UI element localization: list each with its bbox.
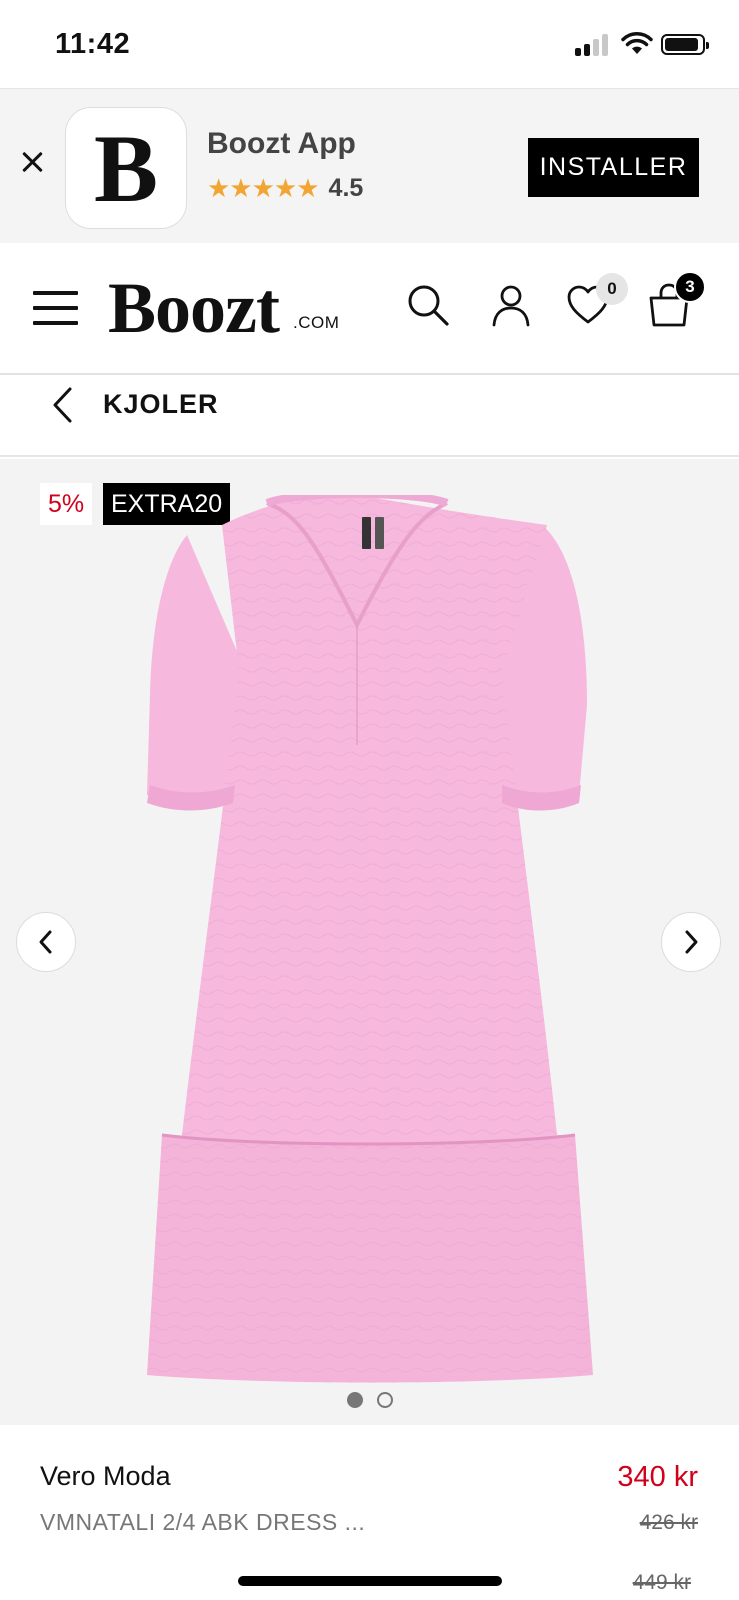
app-name: Boozt App: [207, 127, 356, 160]
status-icons: [575, 32, 711, 58]
status-time: 11:42: [55, 28, 131, 60]
wifi-icon: [621, 32, 653, 54]
breadcrumb: KJOLER: [0, 375, 739, 457]
category-title[interactable]: KJOLER: [103, 389, 219, 420]
wishlist-count-badge: 0: [596, 273, 628, 305]
product-info: Vero Moda VMNATALI 2/4 ABK DRESS ... 340…: [0, 1425, 739, 1600]
cart-count-badge: 3: [674, 271, 706, 303]
previous-image-button[interactable]: [16, 912, 76, 972]
chevron-right-icon: [685, 930, 698, 954]
product-name: VMNATALI 2/4 ABK DRESS ...: [40, 1509, 366, 1535]
product-image-gallery[interactable]: 5% EXTRA20: [0, 459, 739, 1425]
app-install-banner: B Boozt App ★★★★★ 4.5 INSTALLER: [0, 88, 739, 243]
search-icon[interactable]: [404, 281, 452, 329]
product-image: [147, 495, 593, 1383]
original-price: 449 kr: [632, 1571, 691, 1594]
status-bar: 11:42: [0, 0, 739, 88]
signal-icon: [575, 32, 609, 56]
account-icon[interactable]: [487, 281, 535, 329]
app-icon: B: [65, 107, 187, 229]
image-pagination: [0, 1392, 739, 1408]
close-icon[interactable]: [20, 149, 46, 175]
app-rating: ★★★★★ 4.5: [207, 173, 363, 204]
site-header: Boozt .COM 0 3: [0, 243, 739, 375]
hamburger-menu-icon[interactable]: [33, 291, 78, 325]
discount-tag: 5%: [40, 483, 93, 525]
star-rating-icon: ★★★★★: [207, 173, 320, 203]
chevron-left-icon[interactable]: [48, 385, 78, 425]
site-logo[interactable]: Boozt: [108, 267, 280, 350]
next-image-button[interactable]: [661, 912, 721, 972]
install-button[interactable]: INSTALLER: [528, 138, 699, 197]
chevron-left-icon: [39, 930, 52, 954]
product-brand[interactable]: Vero Moda: [40, 1461, 171, 1492]
previous-price: 426 kr: [639, 1511, 698, 1534]
battery-icon: [661, 34, 709, 55]
rating-value: 4.5: [328, 174, 364, 202]
home-indicator: [238, 1576, 502, 1586]
pagination-dot[interactable]: [376, 1392, 393, 1408]
product-price: 340 kr: [617, 1461, 698, 1493]
site-logo-suffix: .COM: [293, 313, 340, 332]
pagination-dot[interactable]: [346, 1392, 363, 1408]
